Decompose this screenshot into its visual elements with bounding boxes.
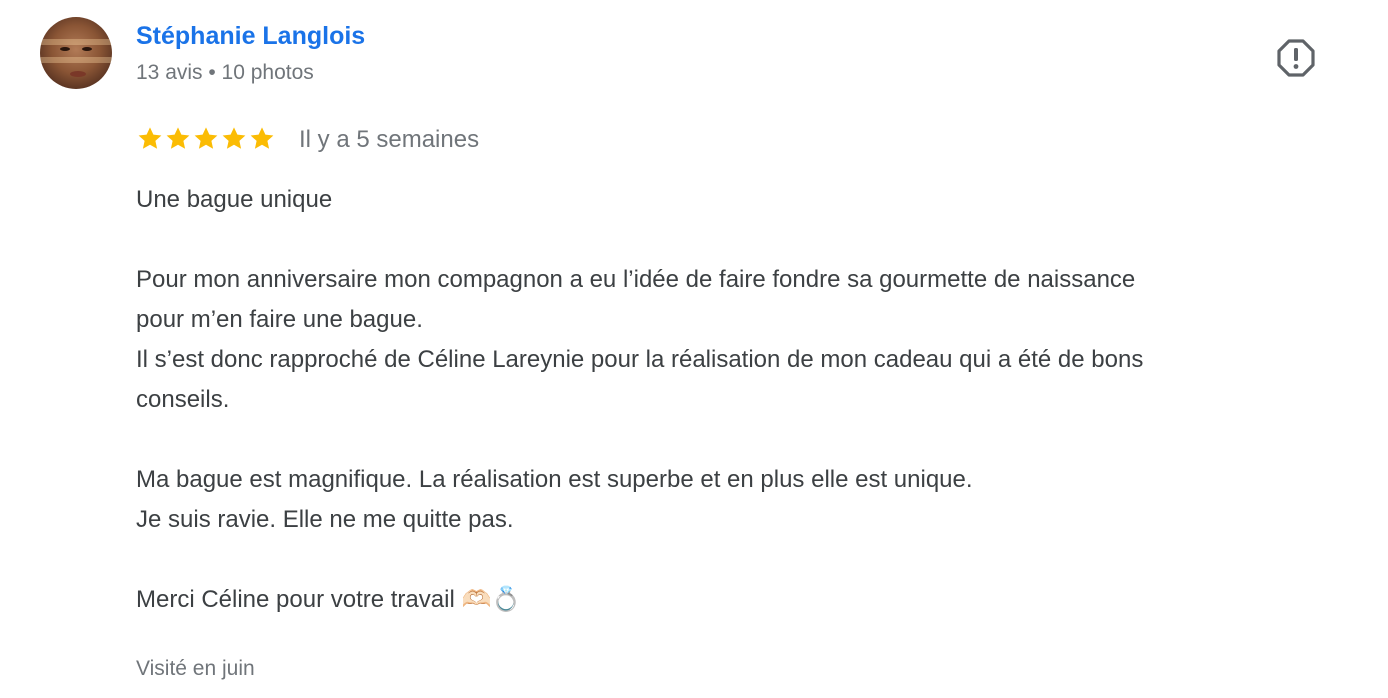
review-line: Je suis ravie. Elle ne me quitte pas. <box>136 506 514 533</box>
review-line <box>136 220 1366 260</box>
review-line <box>136 540 1366 580</box>
star-filled-icon <box>138 127 162 149</box>
avatar[interactable] <box>40 17 112 89</box>
review-line: Merci Céline pour votre travail 🫶🏻💍 <box>136 586 522 613</box>
review-line: Une bague unique <box>136 186 333 213</box>
avatar-light-band <box>40 57 112 63</box>
avatar-eye <box>82 47 92 51</box>
report-button[interactable] <box>1274 36 1318 80</box>
visit-info: Visité en juin <box>136 657 255 680</box>
review-line: Ma bague est magnifique. La réalisation … <box>136 466 973 493</box>
review-line: Il s’est donc rapproché de Céline Lareyn… <box>136 346 1144 373</box>
review-text: Une bague unique Pour mon anniversaire mo… <box>136 180 1366 620</box>
review-date: Il y a 5 semaines <box>299 126 480 153</box>
avatar-light-band <box>40 39 112 45</box>
review-line <box>136 420 1366 460</box>
author-meta: 13 avis • 10 photos <box>136 61 314 84</box>
star-rating <box>136 124 276 154</box>
star-filled-icon <box>194 127 218 149</box>
author-name[interactable]: Stéphanie Langlois <box>136 22 365 51</box>
star-filled-icon <box>166 127 190 149</box>
review-card: Stéphanie Langlois 13 avis • 10 photos I… <box>0 0 1388 698</box>
report-flag-icon <box>1277 39 1315 77</box>
review-line: pour m’en faire une bague. <box>136 306 423 333</box>
avatar-lips <box>70 71 86 77</box>
review-line: Pour mon anniversaire mon compagnon a eu… <box>136 266 1136 293</box>
star-filled-icon <box>222 127 246 149</box>
star-filled-icon <box>250 127 274 149</box>
review-line: conseils. <box>136 386 230 413</box>
avatar-eye <box>60 47 70 51</box>
